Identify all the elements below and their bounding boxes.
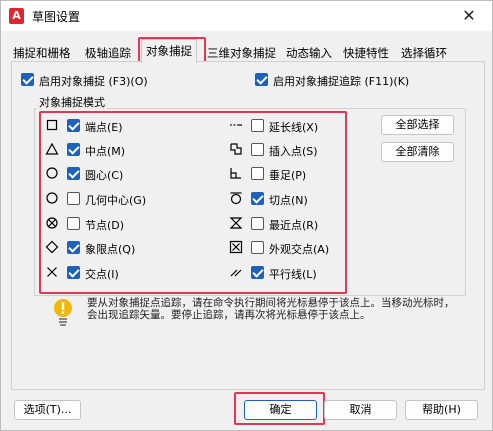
- tangent-checkbox[interactable]: [251, 192, 264, 205]
- apparent-intersection-checkbox[interactable]: [251, 241, 264, 254]
- nearest-checkbox[interactable]: [251, 217, 264, 230]
- enable-snap-checkbox[interactable]: [21, 73, 34, 86]
- perpendicular-checkbox[interactable]: [251, 167, 264, 180]
- insertion-checkbox[interactable]: [251, 143, 264, 156]
- geometric-center-label: 几何中心(G): [85, 194, 147, 207]
- enable-tracking-label: 启用对象捕捉追踪 (F11)(K): [273, 75, 410, 88]
- intersection-checkbox[interactable]: [67, 266, 80, 279]
- options-button[interactable]: 选项(T)...: [14, 400, 81, 420]
- extension-icon: [229, 118, 243, 132]
- cancel-button[interactable]: 取消: [324, 400, 397, 420]
- parallel-checkbox[interactable]: [251, 266, 264, 279]
- cross-icon: [45, 265, 59, 279]
- midpoint-label: 中点(M): [85, 145, 126, 158]
- nearest-icon: [229, 216, 243, 230]
- autocad-app-icon: A: [9, 8, 24, 24]
- diamond-icon: [45, 240, 59, 254]
- nearest-label: 最近点(R): [269, 219, 319, 232]
- quadrant-checkbox[interactable]: [67, 241, 80, 254]
- select-all-button[interactable]: 全部选择: [381, 115, 454, 135]
- extension-label: 延长线(X): [269, 121, 319, 134]
- enable-tracking-checkbox[interactable]: [255, 73, 268, 86]
- center-label: 圆心(C): [85, 169, 124, 182]
- close-icon[interactable]: ✕: [458, 5, 480, 27]
- parallel-icon: [229, 265, 243, 279]
- perpendicular-label: 垂足(P): [269, 169, 307, 182]
- title-bar: A 草图设置 ✕: [1, 1, 492, 31]
- endpoint-checkbox[interactable]: [67, 119, 80, 132]
- enable-snap-label: 启用对象捕捉 (F3)(O): [39, 75, 148, 88]
- help-button[interactable]: 帮助(H): [405, 400, 478, 420]
- circle-icon: [45, 166, 59, 180]
- clear-all-button[interactable]: 全部清除: [381, 142, 454, 162]
- extension-checkbox[interactable]: [251, 119, 264, 132]
- triangle-icon: [45, 142, 59, 156]
- info-bulb-icon: [51, 298, 75, 328]
- geometric-center-checkbox[interactable]: [67, 192, 80, 205]
- intersection-label: 交点(I): [85, 268, 119, 281]
- insertion-icon: [229, 142, 243, 156]
- parallel-label: 平行线(L): [269, 268, 317, 281]
- tangent-label: 切点(N): [269, 194, 308, 207]
- tangent-icon: [229, 191, 243, 205]
- node-label: 节点(D): [85, 219, 125, 232]
- apparent-intersection-label: 外观交点(A): [269, 243, 330, 256]
- tab-object-snap[interactable]: 对象捕捉: [141, 39, 197, 63]
- center-checkbox[interactable]: [67, 167, 80, 180]
- tab-strip: 捕捉和栅格 极轴追踪 对象捕捉 三维对象捕捉 动态输入 快捷特性 选择循环: [11, 37, 486, 63]
- node-icon: [45, 216, 59, 230]
- insertion-label: 插入点(S): [269, 145, 318, 158]
- drafting-settings-dialog: A 草图设置 ✕ 捕捉和栅格 极轴追踪 对象捕捉 三维对象捕捉 动态输入 快捷特…: [0, 0, 493, 431]
- ok-button[interactable]: 确定: [244, 400, 317, 420]
- tracking-hint-text: 要从对象捕捉点追踪，请在命令执行期间将光标悬停于该点上。当移动光标时，会出现追踪…: [87, 297, 455, 321]
- window-title: 草图设置: [32, 10, 81, 24]
- snap-modes-group-title: 对象捕捉模式: [37, 94, 107, 110]
- apparent-intersection-icon: [229, 240, 243, 254]
- square-icon: [45, 118, 59, 132]
- perpendicular-icon: [229, 166, 243, 180]
- node-checkbox[interactable]: [67, 217, 80, 230]
- endpoint-label: 端点(E): [85, 121, 123, 134]
- midpoint-checkbox[interactable]: [67, 143, 80, 156]
- geometric-center-icon: [45, 191, 59, 205]
- quadrant-label: 象限点(Q): [85, 243, 136, 256]
